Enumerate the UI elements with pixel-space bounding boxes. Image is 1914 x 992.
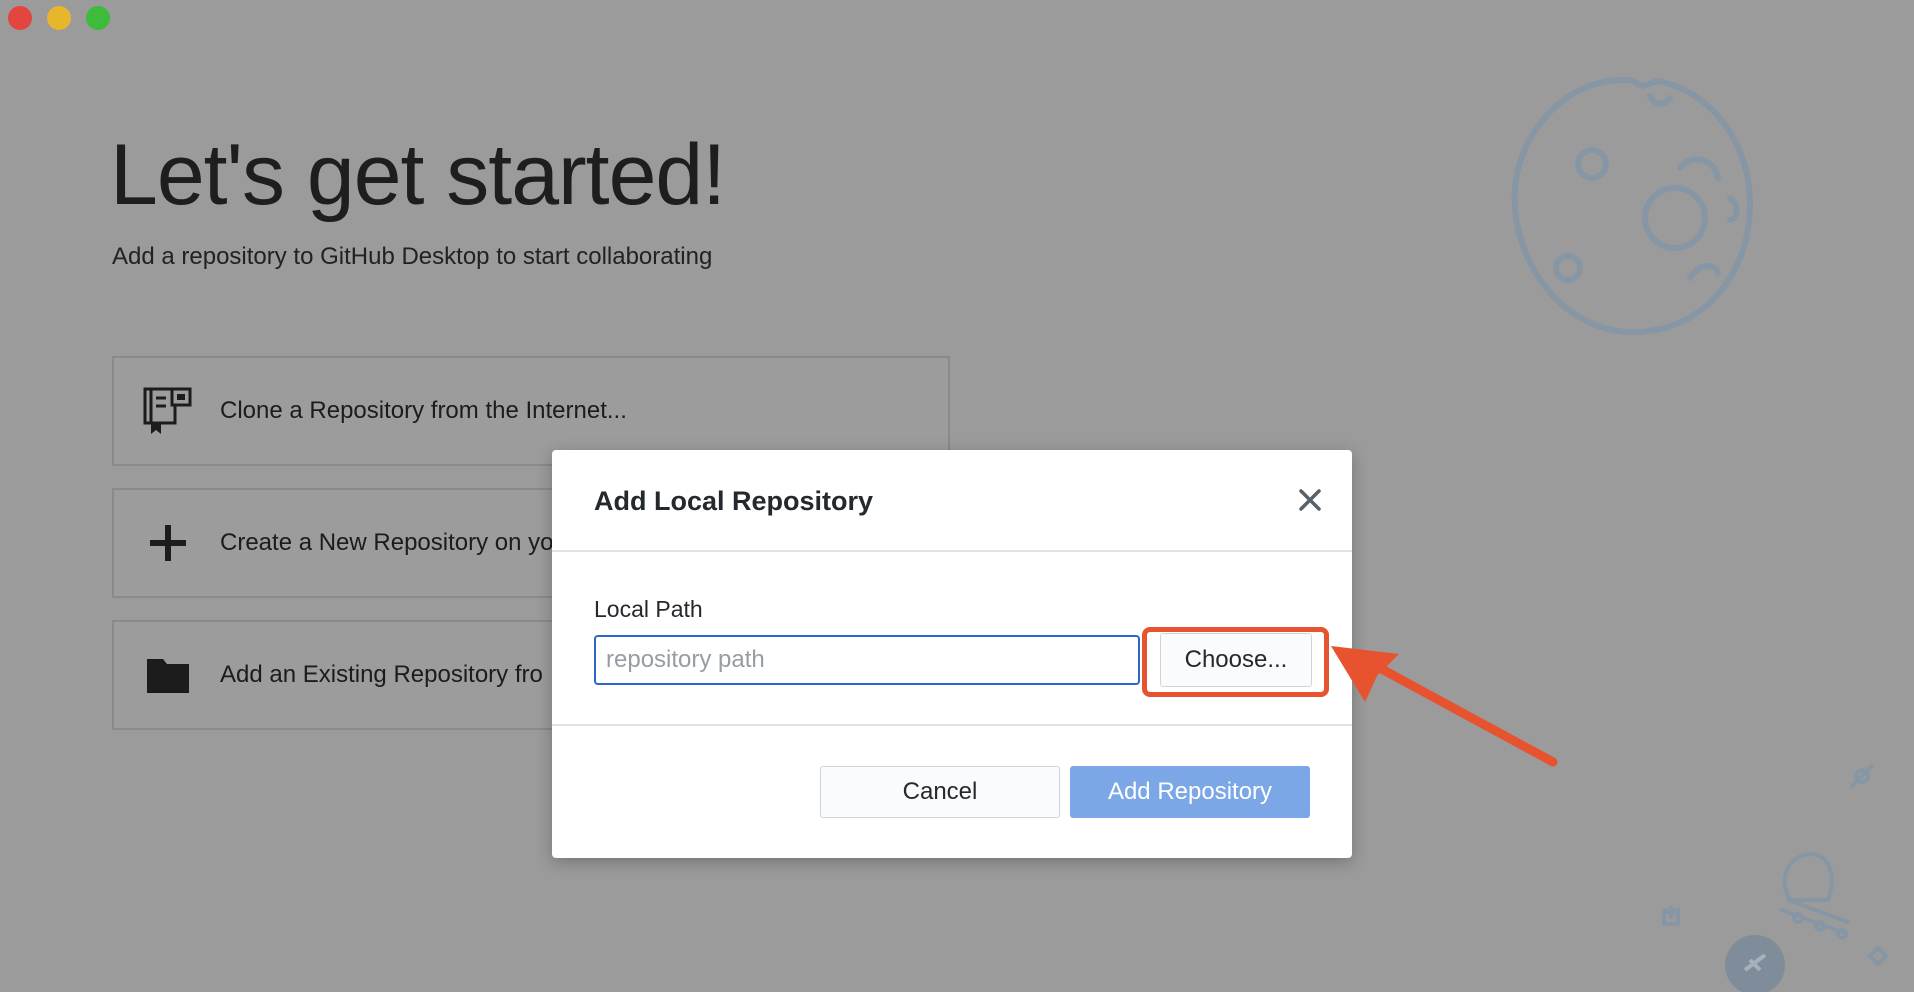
cancel-button[interactable]: Cancel [820,766,1060,818]
welcome-title: Let's get started! [110,127,726,223]
rocket-illustration [1662,764,1889,992]
annotation-arrow [1331,646,1558,767]
local-path-input[interactable] [594,635,1140,685]
dialog-header: Add Local Repository [552,450,1352,552]
add-repository-button[interactable]: Add Repository [1070,766,1310,818]
welcome-subtitle: Add a repository to GitHub Desktop to st… [112,243,713,270]
add-local-repository-dialog: Add Local Repository Local Path Choose..… [552,450,1352,858]
clone-repo-icon [138,381,198,441]
window-close-button[interactable] [8,6,32,30]
clone-repository-label: Clone a Repository from the Internet... [220,397,627,424]
plus-icon [138,513,198,573]
window-maximize-button[interactable] [86,6,110,30]
dialog-title: Add Local Repository [594,486,874,516]
folder-icon [138,645,198,705]
add-existing-repository-label: Add an Existing Repository fro [220,661,543,688]
local-path-label: Local Path [594,596,703,622]
window-controls [8,6,110,30]
app-window: Let's get started! Add a repository to G… [0,0,1914,992]
dialog-footer-divider [552,724,1352,726]
moon-illustration [1511,76,1754,336]
create-repository-label: Create a New Repository on yo [220,529,554,556]
choose-button[interactable]: Choose... [1160,633,1312,687]
close-icon[interactable] [1294,484,1326,516]
window-minimize-button[interactable] [47,6,71,30]
